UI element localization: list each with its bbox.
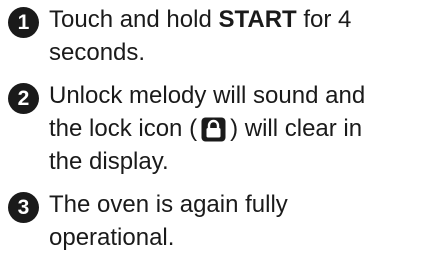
step-text: operational. [49, 224, 175, 251]
step-text: the lock icon ( [49, 115, 198, 142]
step-text-line: operational. [49, 224, 174, 252]
step-text-line: Touch and hold START for 4 [49, 6, 351, 34]
step-text: The oven is again fully [49, 191, 288, 218]
step-text-line: the display. [49, 148, 169, 176]
step-text: the display. [49, 148, 169, 175]
instruction-steps: 1 Touch and hold START for 4 seconds. 2 … [0, 0, 423, 257]
step-text: Unlock melody will sound and [49, 82, 366, 109]
step-text: for 4 [296, 6, 352, 33]
step-number-badge: 1 [8, 7, 39, 38]
step-text: seconds. [49, 39, 146, 66]
step-text-line: seconds. [49, 39, 145, 67]
step-text-line: the lock icon ( ) will clear in [49, 115, 362, 143]
start-key-label: START [218, 6, 297, 33]
step-text-line: Unlock melody will sound and [49, 82, 365, 110]
step-text: Touch and hold [49, 6, 219, 33]
step-number-badge: 3 [8, 192, 39, 223]
step-text: ) will clear in [230, 115, 363, 142]
step-text-line: The oven is again fully [49, 191, 288, 219]
lock-icon [201, 117, 226, 142]
step-number-badge: 2 [8, 83, 39, 114]
